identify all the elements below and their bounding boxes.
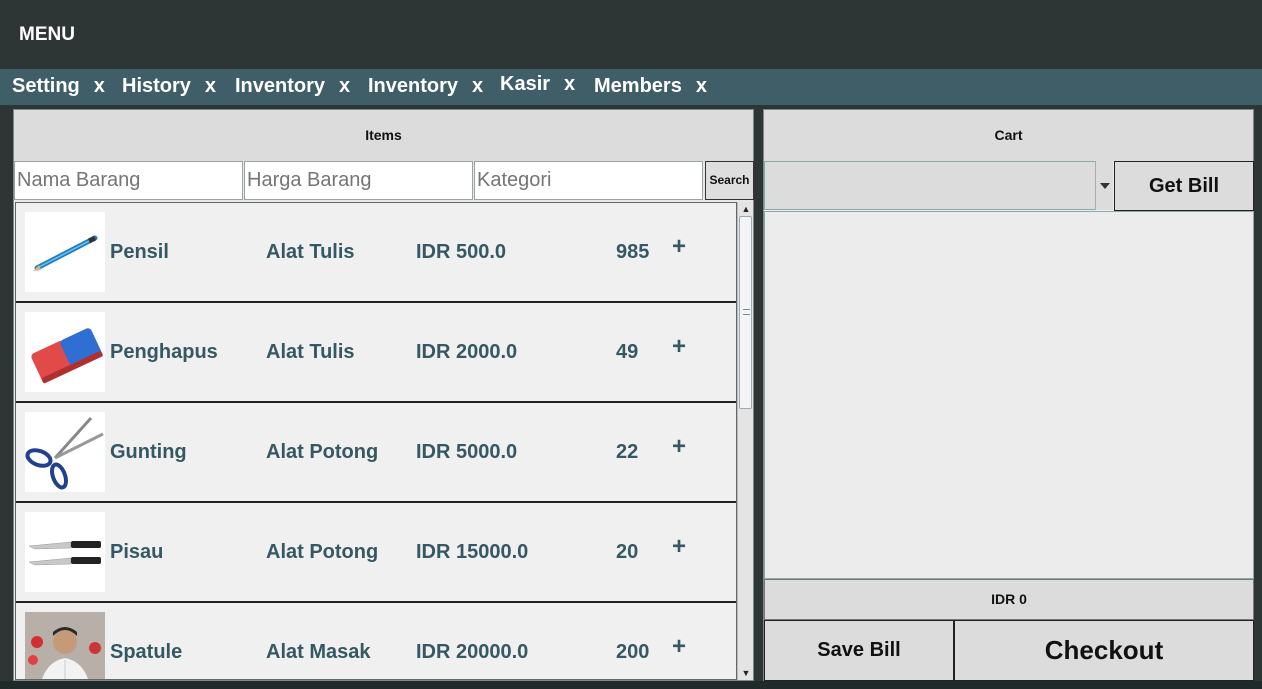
item-name: Pisau: [110, 541, 164, 563]
search-row: Search: [14, 161, 755, 201]
tab-inventory[interactable]: Inventory x: [235, 75, 350, 98]
item-stock: 200: [616, 641, 650, 663]
list-item: Spatule Alat Masak IDR 20000.0 200 +: [16, 603, 736, 679]
add-to-cart-button[interactable]: +: [672, 533, 686, 561]
tab-close-button[interactable]: x: [696, 75, 707, 97]
item-category: Alat Potong: [266, 541, 379, 563]
tab-inventory-2[interactable]: Inventory x: [368, 75, 483, 98]
grip-icon: [743, 309, 750, 315]
search-button[interactable]: Search: [705, 161, 754, 200]
item-price: IDR 2000.0: [416, 341, 518, 363]
item-price: IDR 20000.0: [416, 641, 529, 663]
item-name: Gunting: [110, 441, 187, 463]
list-item: Pisau Alat Potong IDR 15000.0 20 +: [16, 503, 736, 603]
tab-label: Setting: [12, 75, 80, 97]
tab-label: Inventory: [368, 75, 459, 97]
item-name: Spatule: [110, 641, 183, 663]
cart-list: [764, 211, 1254, 579]
tab-label: Kasir: [500, 73, 551, 95]
knife-image: [25, 512, 105, 592]
tab-label: Members: [594, 75, 682, 97]
menu-button[interactable]: MENU: [19, 24, 75, 46]
add-to-cart-button[interactable]: +: [672, 233, 686, 261]
tab-members[interactable]: Members x: [594, 75, 707, 98]
item-stock: 22: [616, 441, 639, 463]
list-item: Penghapus Alat Tulis IDR 2000.0 49 +: [16, 303, 736, 403]
item-price: IDR 500.0: [416, 241, 507, 263]
tab-bar: Setting x History x Inventory x Inventory x …: [0, 69, 1262, 105]
list-item: Gunting Alat Potong IDR 5000.0 22 +: [16, 403, 736, 503]
add-to-cart-button[interactable]: +: [672, 333, 686, 361]
item-category: Alat Tulis: [266, 341, 355, 363]
tab-close-button[interactable]: x: [205, 75, 216, 97]
item-price: IDR 15000.0: [416, 541, 529, 563]
item-category: Alat Potong: [266, 441, 379, 463]
add-to-cart-button[interactable]: +: [672, 633, 686, 661]
tab-close-button[interactable]: x: [339, 75, 350, 97]
scroll-thumb[interactable]: [739, 216, 752, 409]
items-header: Items: [14, 110, 753, 161]
tab-setting[interactable]: Setting x: [12, 75, 105, 98]
items-scrollbar[interactable]: ▲ ▼: [737, 202, 753, 680]
save-bill-button[interactable]: Save Bill: [764, 620, 954, 681]
tab-kasir[interactable]: Kasir x: [500, 73, 575, 96]
tab-close-button[interactable]: x: [472, 75, 483, 97]
scroll-down-arrow-icon[interactable]: ▼: [738, 666, 754, 680]
item-category: Alat Tulis: [266, 241, 355, 263]
tab-label: Inventory: [235, 75, 326, 97]
item-name: Pensil: [110, 241, 169, 263]
scroll-up-arrow-icon[interactable]: ▲: [738, 202, 754, 216]
item-stock: 49: [616, 341, 639, 363]
add-to-cart-button[interactable]: +: [672, 433, 686, 461]
cart-panel: Cart Get Bill IDR 0 Save Bill Checkout: [763, 109, 1254, 681]
tab-close-button[interactable]: x: [94, 75, 105, 97]
item-category-search-input[interactable]: [474, 161, 703, 200]
item-name-search-input[interactable]: [14, 161, 243, 200]
eraser-image: [25, 312, 105, 392]
item-stock: 985: [616, 241, 650, 263]
items-panel: Items Search Pensil Alat Tulis IDR 500.0…: [13, 109, 754, 681]
person-photo-image: [25, 612, 105, 679]
cart-total: IDR 0: [764, 579, 1254, 620]
taskbar-strip: [0, 681, 1262, 689]
item-stock: 20: [616, 541, 639, 563]
tab-history[interactable]: History x: [122, 75, 216, 98]
checkout-button[interactable]: Checkout: [954, 620, 1254, 681]
top-bar: MENU: [0, 0, 1262, 69]
item-price: IDR 5000.0: [416, 441, 518, 463]
list-item: Pensil Alat Tulis IDR 500.0 985 +: [16, 203, 736, 303]
bill-select-dropdown[interactable]: [764, 161, 1113, 210]
item-name: Penghapus: [110, 341, 218, 363]
chevron-down-icon[interactable]: [1095, 161, 1113, 210]
scissors-image: [25, 412, 105, 492]
tab-close-button[interactable]: x: [564, 73, 575, 95]
pencil-image: [25, 212, 105, 292]
tab-label: History: [122, 75, 191, 97]
item-price-search-input[interactable]: [244, 161, 473, 200]
items-list: Pensil Alat Tulis IDR 500.0 985 + Pengha…: [15, 202, 737, 680]
item-category: Alat Masak: [266, 641, 371, 663]
cart-header: Cart: [764, 110, 1253, 161]
get-bill-button[interactable]: Get Bill: [1114, 161, 1254, 211]
